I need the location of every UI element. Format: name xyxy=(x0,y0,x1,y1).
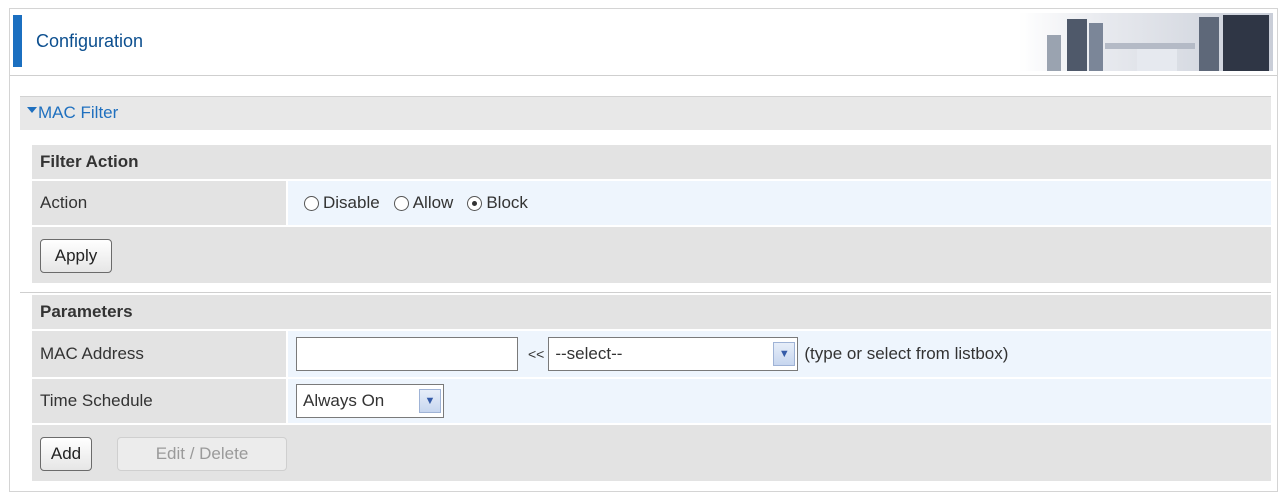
mac-address-label: MAC Address xyxy=(32,331,286,377)
radio-disable-circle[interactable] xyxy=(304,195,319,211)
chevron-down-icon[interactable]: ▼ xyxy=(419,389,441,413)
section-header-mac-filter[interactable]: MAC Filter xyxy=(20,96,1271,130)
filter-action-heading-text: Filter Action xyxy=(40,152,139,171)
page-frame: Configuration MAC Filter Filter Action A… xyxy=(9,8,1278,492)
section-title: MAC Filter xyxy=(38,103,119,122)
mac-address-controls: << --select-- ▼ (type or select from lis… xyxy=(288,331,1271,377)
add-button[interactable]: Add xyxy=(40,437,92,471)
radio-allow-circle[interactable] xyxy=(393,195,409,211)
radio-block-label: Block xyxy=(486,193,528,212)
time-schedule-row: Time Schedule Always On ▼ xyxy=(32,379,1271,423)
radio-block-circle[interactable] xyxy=(467,195,483,211)
triangle-down-icon xyxy=(27,107,37,113)
page-header: Configuration xyxy=(10,9,1277,76)
edit-delete-button[interactable]: Edit / Delete xyxy=(117,437,287,471)
radio-disable-label: Disable xyxy=(323,193,380,212)
page-title: Configuration xyxy=(36,31,144,51)
mac-address-select[interactable]: --select-- ▼ xyxy=(548,337,799,371)
add-edit-row: Add Edit / Delete xyxy=(32,425,1271,481)
time-schedule-controls: Always On ▼ xyxy=(288,379,1271,423)
divider xyxy=(20,292,1271,293)
copy-arrow-text: << xyxy=(528,346,545,362)
mac-address-select-value: --select-- xyxy=(555,344,623,363)
mac-address-hint: (type or select from listbox) xyxy=(804,344,1009,363)
radio-allow-label: Allow xyxy=(412,193,454,212)
action-row: Action Disable Allow Block xyxy=(32,181,1271,225)
radio-allow[interactable]: Allow xyxy=(393,193,454,213)
action-label: Action xyxy=(32,181,286,225)
chevron-down-icon[interactable]: ▼ xyxy=(773,342,796,366)
time-schedule-select-value: Always On xyxy=(303,391,385,410)
parameters-heading: Parameters xyxy=(32,295,1271,329)
parameters-heading-text: Parameters xyxy=(40,302,133,321)
mac-address-input[interactable] xyxy=(296,337,518,371)
header-banner-image xyxy=(1019,13,1273,71)
radio-disable[interactable]: Disable xyxy=(304,193,380,213)
time-schedule-label: Time Schedule xyxy=(32,379,286,423)
apply-button[interactable]: Apply xyxy=(40,239,112,273)
filter-action-heading: Filter Action xyxy=(32,145,1271,179)
action-options: Disable Allow Block xyxy=(288,181,1271,225)
apply-row: Apply xyxy=(32,227,1271,283)
time-schedule-select[interactable]: Always On ▼ xyxy=(296,384,444,418)
mac-address-row: MAC Address << --select-- ▼ (type or sel… xyxy=(32,331,1271,377)
radio-block[interactable]: Block xyxy=(467,193,528,213)
header-accent-bar xyxy=(13,15,22,67)
